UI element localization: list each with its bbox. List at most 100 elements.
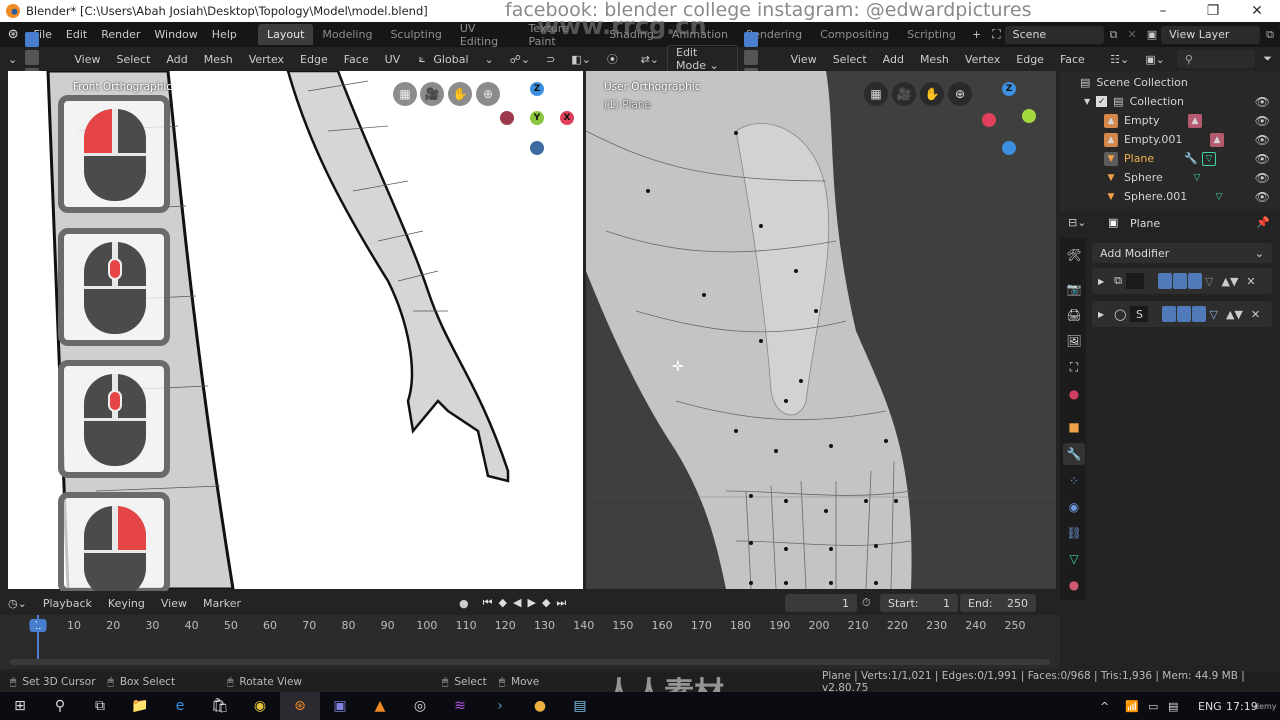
modifier-wrench-icon[interactable]: 🔧: [1184, 152, 1198, 165]
pan-hand-icon[interactable]: ✋: [920, 82, 944, 106]
visibility-eye-icon[interactable]: 👁: [1255, 152, 1270, 166]
gizmo-neg-z-axis[interactable]: [1002, 141, 1016, 155]
move-down-icon[interactable]: ▼: [1234, 308, 1242, 321]
output-tab-icon[interactable]: 🖨: [1063, 304, 1085, 326]
blender-menu-icon[interactable]: ⊛: [0, 27, 27, 42]
timeline-menu-keying[interactable]: Keying: [100, 597, 153, 610]
outliner-search-input[interactable]: ⚲: [1176, 50, 1256, 68]
gizmo-neg-x-axis[interactable]: [500, 111, 514, 125]
checkbox-icon[interactable]: ✓: [1096, 96, 1108, 107]
clock[interactable]: 17:19: [1226, 700, 1258, 713]
modifier-tab-icon[interactable]: 🔧: [1063, 443, 1085, 465]
file-explorer-icon[interactable]: 📁: [120, 692, 160, 720]
delete-scene-icon[interactable]: ✕: [1128, 28, 1137, 41]
object-tab-icon[interactable]: ■: [1063, 416, 1085, 438]
left-menu-select[interactable]: Select: [108, 53, 158, 66]
visibility-eye-icon[interactable]: 👁: [1255, 133, 1270, 147]
render-toggle-icon[interactable]: [1162, 306, 1177, 322]
editmode-toggle-icon[interactable]: [1188, 273, 1203, 289]
constraints-tab-icon[interactable]: ⛓: [1063, 522, 1085, 544]
editor-type-dropdown[interactable]: ⌄: [0, 53, 25, 66]
jump-end-button[interactable]: ⏭: [556, 596, 572, 609]
render-tab-icon[interactable]: 📷: [1063, 278, 1085, 300]
minimize-button[interactable]: –: [1140, 0, 1186, 22]
camera-view-icon[interactable]: 🎥: [892, 82, 916, 106]
expand-arrow-icon[interactable]: ▶: [1098, 310, 1104, 319]
visibility-eye-icon[interactable]: 👁: [1255, 171, 1270, 185]
edge-browser-icon[interactable]: e: [160, 692, 200, 720]
left-menu-mesh[interactable]: Mesh: [196, 53, 241, 66]
menu-help[interactable]: Help: [205, 28, 244, 41]
toggle-grid-icon[interactable]: ▦: [393, 82, 417, 106]
tab-sculpting[interactable]: Sculpting: [381, 24, 450, 45]
jump-start-button[interactable]: ⏮: [483, 596, 499, 609]
add-modifier-dropdown[interactable]: Add Modifier ⌄: [1092, 243, 1272, 263]
scene-selector[interactable]: Scene: [1004, 25, 1104, 44]
timeline-menu-view[interactable]: View: [153, 597, 195, 610]
gizmo-x-axis[interactable]: [982, 113, 996, 127]
chrome-icon[interactable]: ◉: [240, 692, 280, 720]
playhead[interactable]: [37, 615, 39, 665]
world-tab-icon[interactable]: ●: [1063, 383, 1085, 405]
pan-hand-icon[interactable]: ✋: [448, 82, 472, 106]
add-workspace-button[interactable]: +: [965, 28, 988, 41]
outliner-item-plane[interactable]: ▼ Plane 🔧 ▽ 👁: [1060, 149, 1280, 168]
viewport-toggle-icon[interactable]: [1177, 306, 1192, 322]
outliner-collection[interactable]: ▼ ✓ ▤ Collection 👁: [1060, 92, 1280, 111]
obs-icon[interactable]: ◎: [400, 692, 440, 720]
outliner-item-sphere-001[interactable]: ▼ Sphere.001 ▽ 👁: [1060, 187, 1280, 206]
viewport-toggle-icon[interactable]: [1173, 273, 1188, 289]
modifier-name-field[interactable]: [1126, 273, 1145, 289]
tab-compositing[interactable]: Compositing: [811, 24, 898, 45]
visibility-eye-icon[interactable]: 👁: [1255, 95, 1270, 109]
pivot-point-icon[interactable]: ☍⌄: [502, 53, 538, 66]
right-menu-select[interactable]: Select: [825, 53, 875, 66]
app-icon[interactable]: ▣: [320, 692, 360, 720]
orientation-chevron-icon[interactable]: ⌄: [477, 53, 502, 66]
network-icon[interactable]: 📶: [1125, 700, 1139, 713]
right-editor-type-dropdown[interactable]: ⇄⌄: [633, 53, 667, 66]
outliner-display-mode-icon[interactable]: ☷⌄: [1102, 53, 1137, 66]
visibility-eye-icon[interactable]: 👁: [1255, 190, 1270, 204]
right-menu-add[interactable]: Add: [875, 53, 912, 66]
menu-render[interactable]: Render: [94, 28, 147, 41]
view-layer-icon[interactable]: ▣: [1147, 28, 1157, 41]
left-menu-view[interactable]: View: [66, 53, 108, 66]
camera-view-icon[interactable]: 🎥: [420, 82, 444, 106]
cage-toggle-icon[interactable]: ▽: [1205, 275, 1213, 288]
outliner-item-sphere[interactable]: ▼ Sphere ▽ 👁: [1060, 168, 1280, 187]
tray-chevron-icon[interactable]: ^: [1100, 700, 1109, 713]
new-scene-icon[interactable]: ⧉: [1110, 28, 1118, 42]
tool-tab-icon[interactable]: 🛠: [1063, 244, 1085, 266]
view-layer-selector[interactable]: View Layer: [1161, 25, 1261, 44]
play-reverse-button[interactable]: ◀: [513, 596, 527, 609]
user-ortho-viewport[interactable]: User Orthographic (1) Plane ▦ 🎥 ✋ ⊕ Z ✛: [586, 71, 1056, 589]
gizmo-neg-z-axis[interactable]: [530, 141, 544, 155]
timeline-menu-marker[interactable]: Marker: [195, 597, 249, 610]
timeline-editor-icon[interactable]: ◷⌄: [0, 597, 35, 610]
right-menu-edge[interactable]: Edge: [1008, 53, 1052, 66]
physics-tab-icon[interactable]: ◉: [1063, 496, 1085, 518]
end-frame-field[interactable]: End: 250: [960, 594, 1036, 612]
stopwatch-icon[interactable]: ⏱: [862, 596, 871, 610]
left-menu-vertex[interactable]: Vertex: [241, 53, 292, 66]
expand-arrow-icon[interactable]: ▶: [1098, 277, 1104, 286]
right-menu-view[interactable]: View: [783, 53, 825, 66]
start-frame-field[interactable]: Start: 1: [880, 594, 958, 612]
zoom-view-icon[interactable]: ⊕: [948, 82, 972, 106]
remove-modifier-icon[interactable]: ✕: [1246, 275, 1255, 288]
particles-tab-icon[interactable]: ⁘: [1063, 470, 1085, 492]
right-edge-select-button[interactable]: [744, 50, 759, 65]
blender-taskbar-icon[interactable]: ⊛: [280, 692, 320, 720]
mesh-data-icon[interactable]: ▽: [1202, 151, 1216, 166]
maximize-button[interactable]: ❐: [1190, 0, 1236, 22]
gizmo-z-axis[interactable]: Z: [530, 82, 544, 96]
modifier-name-field[interactable]: S: [1130, 306, 1149, 322]
timeline-body[interactable]: [0, 615, 1060, 669]
terminal-icon[interactable]: ›: [480, 692, 520, 720]
data-tab-icon[interactable]: ▽: [1063, 548, 1085, 570]
snap-target-icon[interactable]: ◧⌄: [563, 53, 599, 66]
edge-select-button[interactable]: [25, 50, 40, 65]
right-menu-face[interactable]: Face: [1052, 53, 1093, 66]
task-view-icon[interactable]: ⧉: [80, 692, 120, 720]
